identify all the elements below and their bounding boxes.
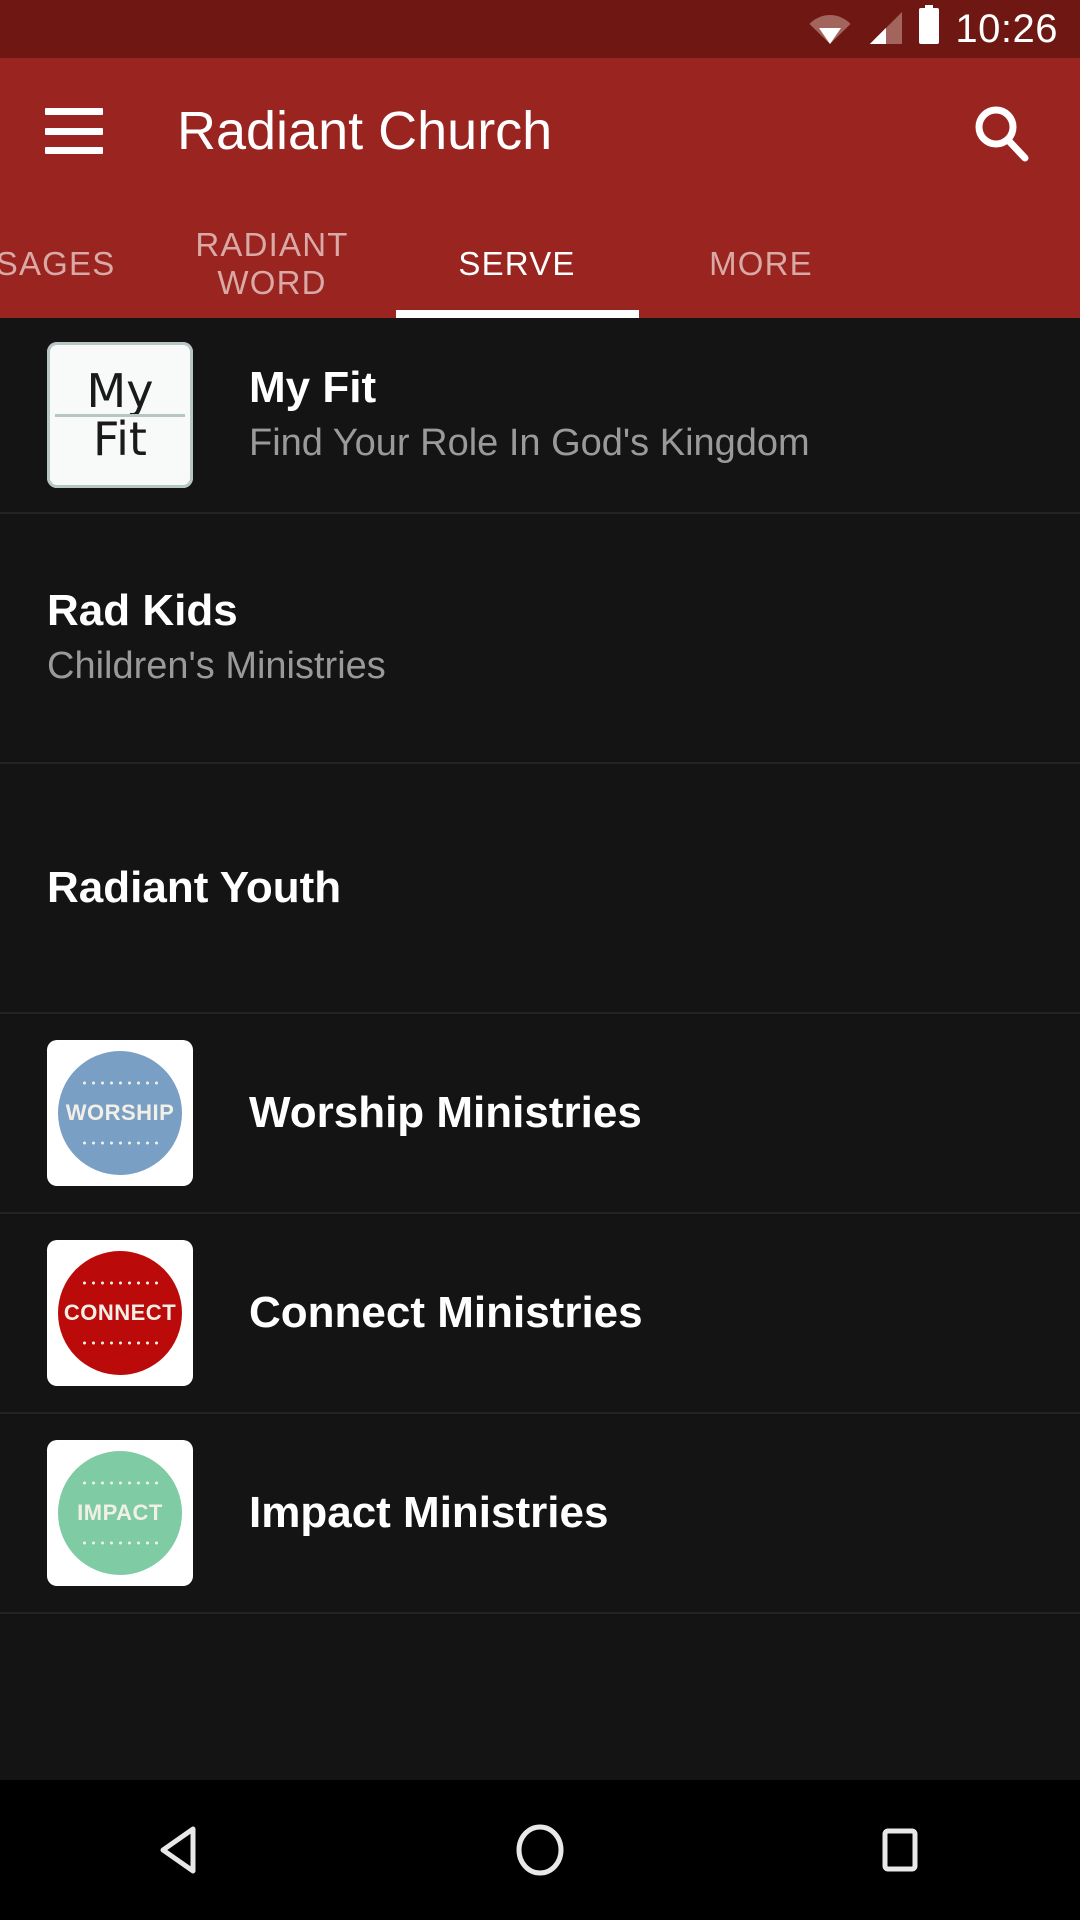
list-item[interactable]: Rad Kids Children's Ministries [0, 514, 1080, 764]
list-item-title: Rad Kids [47, 586, 238, 635]
signal-icon [864, 11, 904, 50]
list-item-title: Worship Ministries [249, 1088, 642, 1137]
list-item[interactable]: My Fit My Fit Find Your Role In God's Ki… [0, 318, 1080, 514]
my-fit-logo-line2: Fit [93, 412, 147, 466]
tab-radiant-word[interactable]: RADIANT WORD [146, 210, 398, 318]
list-item-title: Radiant Youth [47, 863, 342, 912]
page-title: Radiant Church [177, 101, 553, 161]
tab-active-indicator [396, 310, 639, 318]
list-item-title: Connect Ministries [249, 1288, 643, 1337]
worship-logo-word: WORSHIP [65, 1100, 175, 1125]
search-icon[interactable] [970, 102, 1032, 164]
list-item-subtitle: Children's Ministries [47, 645, 386, 687]
list-item-title: Impact Ministries [249, 1488, 609, 1537]
my-fit-logo-icon: My Fit [47, 342, 193, 488]
list-item-title: My Fit [249, 363, 377, 412]
recents-square-icon[interactable] [810, 1780, 990, 1920]
hamburger-menu-icon[interactable] [45, 108, 103, 154]
impact-logo-icon: IMPACT [47, 1440, 193, 1586]
list-item[interactable]: Radiant Youth [0, 764, 1080, 1014]
list-item[interactable]: WORSHIP Worship Ministries [0, 1014, 1080, 1214]
app-bar: Radiant Church [0, 58, 1080, 210]
my-fit-logo-line1: My [86, 364, 154, 418]
list-item[interactable]: IMPACT Impact Ministries [0, 1414, 1080, 1614]
tab-bar: SSAGES RADIANT WORD SERVE MORE [0, 210, 1080, 318]
list-item-subtitle: Find Your Role In God's Kingdom [249, 422, 810, 464]
status-bar: 10:26 [0, 0, 1080, 58]
list-item[interactable]: CONNECT Connect Ministries [0, 1214, 1080, 1414]
list-item-text: My Fit Find Your Role In God's Kingdom [249, 362, 810, 468]
system-navigation-bar [0, 1780, 1080, 1920]
list-item-text: Connect Ministries [249, 1287, 643, 1339]
worship-logo-icon: WORSHIP [47, 1040, 193, 1186]
list-item-text: Radiant Youth [47, 862, 341, 914]
impact-logo-word: IMPACT [77, 1500, 163, 1525]
my-fit-logo-rule [55, 414, 185, 417]
battery-icon [917, 5, 941, 50]
connect-logo-word: CONNECT [63, 1300, 177, 1325]
status-icons [809, 5, 941, 50]
home-circle-icon[interactable] [450, 1780, 630, 1920]
list-item-text: Worship Ministries [249, 1087, 642, 1139]
tab-serve[interactable]: SERVE [395, 210, 639, 318]
list-item-text: Rad Kids Children's Ministries [47, 585, 386, 691]
status-bar-clock: 10:26 [955, 7, 1058, 51]
tab-more[interactable]: MORE [636, 210, 886, 318]
serve-list[interactable]: My Fit My Fit Find Your Role In God's Ki… [0, 318, 1080, 1780]
list-item-text: Impact Ministries [249, 1487, 608, 1539]
connect-logo-icon: CONNECT [47, 1240, 193, 1386]
back-triangle-icon[interactable] [90, 1780, 270, 1920]
wifi-icon [809, 11, 851, 50]
phone-screen: 10:26 Radiant Church SSAGES RADIANT WORD… [0, 0, 1080, 1920]
